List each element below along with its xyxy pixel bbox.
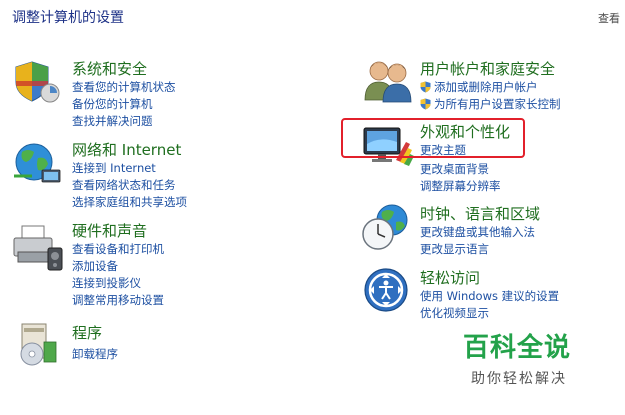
category-title-ease-of-access[interactable]: 轻松访问 bbox=[420, 267, 480, 288]
category-title-clock-language[interactable]: 时钟、语言和区域 bbox=[420, 203, 540, 224]
category-title-system-security[interactable]: 系统和安全 bbox=[72, 58, 147, 79]
category-title-programs[interactable]: 程序 bbox=[72, 322, 102, 343]
ease-of-access-icon[interactable] bbox=[362, 266, 412, 316]
link-label: 为所有用户设置家长控制 bbox=[434, 97, 561, 111]
link-homegroup-sharing[interactable]: 选择家庭组和共享选项 bbox=[72, 195, 187, 209]
link-connect-internet[interactable]: 连接到 Internet bbox=[72, 161, 156, 175]
page-title: 调整计算机的设置 bbox=[12, 10, 124, 26]
shield-icon[interactable] bbox=[12, 60, 62, 104]
clock-globe-icon[interactable] bbox=[360, 202, 414, 252]
programs-icon[interactable] bbox=[14, 320, 62, 366]
view-by-label[interactable]: 查看 bbox=[598, 10, 620, 26]
category-title-network[interactable]: 网络和 Internet bbox=[72, 139, 181, 160]
uac-shield-icon bbox=[420, 81, 431, 93]
uac-shield-icon bbox=[420, 98, 431, 110]
link-uninstall-program[interactable]: 卸载程序 bbox=[72, 347, 118, 361]
link-connect-projector[interactable]: 连接到投影仪 bbox=[72, 276, 141, 290]
watermark: 百科全说 助你轻松解决 bbox=[463, 327, 571, 388]
link-recommended-settings[interactable]: 使用 Windows 建议的设置 bbox=[420, 289, 559, 303]
link-optimize-display[interactable]: 优化视频显示 bbox=[420, 306, 489, 320]
link-parental-controls[interactable]: 为所有用户设置家长控制 bbox=[420, 97, 561, 111]
link-add-remove-accounts[interactable]: 添加或删除用户帐户 bbox=[420, 80, 538, 94]
link-view-computer-status[interactable]: 查看您的计算机状态 bbox=[72, 80, 176, 94]
link-mobility-settings[interactable]: 调整常用移动设置 bbox=[72, 293, 164, 307]
printer-icon[interactable] bbox=[10, 222, 66, 272]
link-change-desktop-background[interactable]: 更改桌面背景 bbox=[420, 162, 489, 176]
link-devices-printers[interactable]: 查看设备和打印机 bbox=[72, 242, 164, 256]
highlight-box bbox=[341, 118, 525, 158]
watermark-title: 百科全说 bbox=[463, 333, 572, 363]
link-change-input-methods[interactable]: 更改键盘或其他输入法 bbox=[420, 225, 535, 239]
users-icon[interactable] bbox=[362, 58, 414, 104]
link-network-status[interactable]: 查看网络状态和任务 bbox=[72, 178, 176, 192]
link-troubleshoot[interactable]: 查找并解决问题 bbox=[72, 114, 153, 128]
category-title-hardware-sound[interactable]: 硬件和声音 bbox=[72, 220, 147, 241]
watermark-subtitle: 助你轻松解决 bbox=[471, 371, 567, 387]
link-adjust-resolution[interactable]: 调整屏幕分辨率 bbox=[420, 179, 501, 193]
link-backup-computer[interactable]: 备份您的计算机 bbox=[72, 97, 153, 111]
link-add-device[interactable]: 添加设备 bbox=[72, 259, 118, 273]
category-title-user-accounts[interactable]: 用户帐户和家庭安全 bbox=[420, 58, 555, 79]
link-change-display-language[interactable]: 更改显示语言 bbox=[420, 242, 489, 256]
link-label: 添加或删除用户帐户 bbox=[434, 80, 538, 94]
globe-network-icon[interactable] bbox=[12, 140, 64, 186]
